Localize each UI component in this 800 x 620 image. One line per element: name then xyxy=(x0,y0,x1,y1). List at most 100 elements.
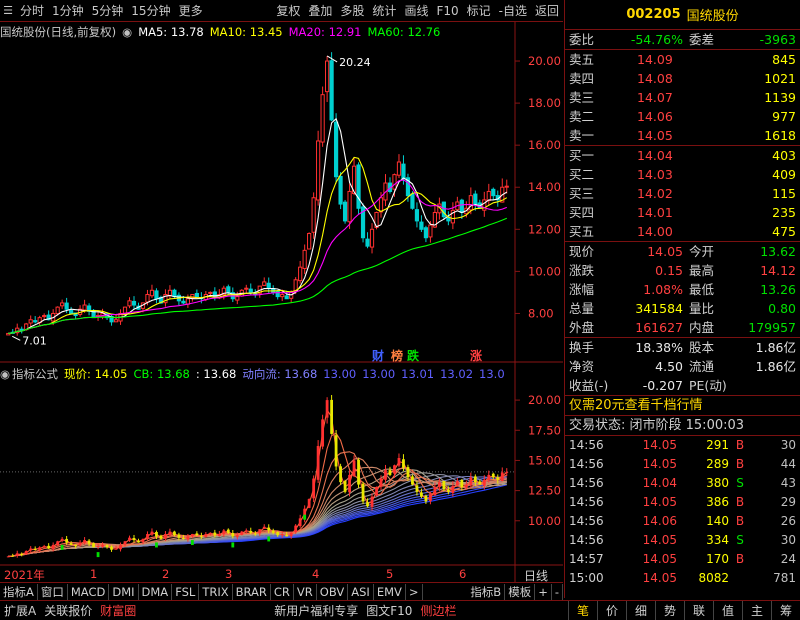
tick-volume: 289 xyxy=(706,457,729,471)
side-tab-7[interactable]: 筹 xyxy=(771,600,800,620)
indicator-candle-body xyxy=(496,477,500,480)
bid-row[interactable]: 买三 14.02 115 xyxy=(565,184,800,203)
indicator-candle-body xyxy=(6,556,10,558)
tick-time: 15:00 xyxy=(569,571,604,585)
indicator-candle-body xyxy=(325,400,329,418)
candle-body xyxy=(262,281,267,286)
indicator-tab-4[interactable]: DMA xyxy=(139,583,173,600)
indicator-signal-bar xyxy=(60,544,64,550)
related-quote-button[interactable]: 关联报价 xyxy=(40,602,96,619)
ask-volume: 977 xyxy=(772,109,796,124)
indicator-candle-body xyxy=(285,534,289,537)
stat-value: 0.80 xyxy=(768,301,796,316)
tick-count: 24 xyxy=(780,552,796,566)
stat-value: 1.08% xyxy=(643,282,683,297)
stat-label: 现价 xyxy=(569,244,595,259)
depth-promo[interactable]: 仅需20元查看千档行情 xyxy=(565,396,800,416)
indicator-tab-3[interactable]: DMI xyxy=(109,583,139,600)
indicator-tab-0[interactable]: 指标A xyxy=(0,583,38,600)
candle-body xyxy=(369,228,375,248)
side-tab-0[interactable]: 笔 xyxy=(568,600,597,620)
stat-label: 最低 xyxy=(689,282,715,297)
ask-row[interactable]: 卖一 14.05 1618 xyxy=(565,126,800,145)
candle-body xyxy=(145,294,150,303)
stat-value: 14.12 xyxy=(760,263,796,278)
tick-volume: 334 xyxy=(706,533,729,547)
y-tick-label: 15.00 xyxy=(528,453,561,467)
indicator-tab-13[interactable]: > xyxy=(406,583,423,600)
indicator-tab-9[interactable]: VR xyxy=(294,583,317,600)
indicator-candle-body xyxy=(190,534,194,537)
y-tick-label: 17.50 xyxy=(528,423,561,437)
indicator-tab-10[interactable]: OBV xyxy=(317,583,349,600)
ask-price: 14.08 xyxy=(637,71,673,86)
ask-row[interactable]: 卖三 14.07 1139 xyxy=(565,88,800,107)
quote-stats-2: 换手 18.38% 股本 1.86亿 净资 4.50 流通 1.86亿 收益(-) … xyxy=(565,338,800,395)
stat-label: 净资 xyxy=(569,359,595,374)
stat-label: 换手 xyxy=(569,340,595,355)
side-tab-4[interactable]: 联 xyxy=(684,600,713,620)
indicator-tab-8[interactable]: CR xyxy=(271,583,294,600)
wealth-circle-button[interactable]: 财富圈 xyxy=(96,602,140,619)
indicator-tab-17[interactable]: - xyxy=(552,583,563,600)
bid-row[interactable]: 买二 14.03 409 xyxy=(565,165,800,184)
side-tab-3[interactable]: 势 xyxy=(655,600,684,620)
indicator-candle-body xyxy=(235,535,239,538)
indicator-candle-body xyxy=(330,399,334,434)
ask-label: 卖二 xyxy=(569,109,595,124)
stat-value: 1.86亿 xyxy=(755,340,796,355)
x-tick-6: 6 xyxy=(459,567,467,581)
tick-price: 14.06 xyxy=(642,514,677,528)
tick-time: 14:57 xyxy=(569,552,604,566)
indicator-candle-body xyxy=(74,544,78,547)
promo-link[interactable]: 新用户福利专享 xyxy=(270,602,362,619)
indicator-candle-body xyxy=(491,473,495,478)
stat-label: 涨跌 xyxy=(569,263,595,278)
indicator-candle-body xyxy=(114,548,118,550)
indicator-candle-body xyxy=(294,525,298,533)
indicator-tab-15[interactable]: 模板 xyxy=(505,583,536,600)
indicator-tab-16[interactable]: + xyxy=(535,583,552,600)
bid-row[interactable]: 买五 14.00 475 xyxy=(565,222,800,241)
indicator-candle-body xyxy=(11,555,15,557)
f10-link[interactable]: 图文F10 xyxy=(362,602,416,619)
settings-icon[interactable]: ◉ xyxy=(0,367,10,381)
bid-row[interactable]: 买四 14.01 235 xyxy=(565,203,800,222)
side-tab-2[interactable]: 细 xyxy=(626,600,655,620)
side-tab-5[interactable]: 值 xyxy=(713,600,742,620)
ribbon-line xyxy=(8,457,507,557)
indicator-candle-body xyxy=(119,544,122,550)
indicator-tab-2[interactable]: MACD xyxy=(68,583,110,600)
tick-price: 14.05 xyxy=(642,552,677,566)
ext-a-button[interactable]: 扩展A xyxy=(0,602,40,619)
indicator-candle-body xyxy=(240,531,244,535)
indicator-tab-1[interactable]: 窗口 xyxy=(38,583,68,600)
indicator-tab-6[interactable]: TRIX xyxy=(199,583,233,600)
candle-body xyxy=(42,315,47,318)
tick-count: 44 xyxy=(780,457,796,471)
x-tick-4: 4 xyxy=(312,567,320,581)
stock-header: 002205 国统股份 xyxy=(565,0,800,30)
ask-price: 14.06 xyxy=(637,109,673,124)
ask-row[interactable]: 卖二 14.06 977 xyxy=(565,107,800,126)
indicator-candle-body xyxy=(65,538,69,543)
side-tab-1[interactable]: 价 xyxy=(597,600,626,620)
indicator-candle-body xyxy=(146,534,149,539)
candle-body xyxy=(392,174,397,190)
tick-count: 30 xyxy=(780,533,796,547)
side-tab-6[interactable]: 主 xyxy=(742,600,771,620)
indicator-candle-body xyxy=(208,532,212,534)
indicator-tab-7[interactable]: BRAR xyxy=(233,583,271,600)
indicator-tab-5[interactable]: FSL xyxy=(172,583,200,600)
bid-row[interactable]: 买一 14.04 403 xyxy=(565,146,800,165)
indicator-tab-14[interactable]: 指标B xyxy=(467,583,506,600)
sidebar-button[interactable]: 侧边栏 xyxy=(416,602,460,619)
indicator-tab-12[interactable]: EMV xyxy=(374,583,406,600)
ind-s3: 13.01 xyxy=(401,367,435,381)
settings-icon[interactable]: ◉ xyxy=(122,25,132,39)
ask-row[interactable]: 卖四 14.08 1021 xyxy=(565,69,800,88)
ask-row[interactable]: 卖五 14.09 845 xyxy=(565,50,800,69)
indicator-tab-11[interactable]: ASI xyxy=(348,583,374,600)
indicator-candle-body xyxy=(137,540,140,543)
kline-chart[interactable]: 8.00 10.00 12.00 14.00 16.00 18.00 20.00 10.00 1… xyxy=(0,0,563,600)
